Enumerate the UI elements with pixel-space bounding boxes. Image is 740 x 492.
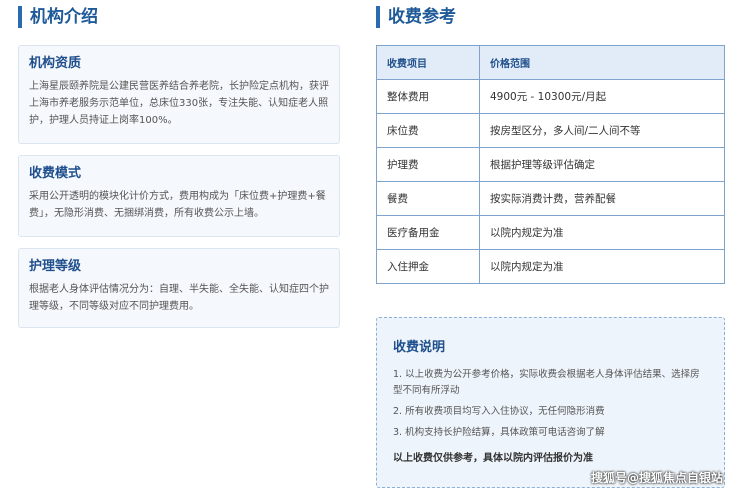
table-header-row: 收费项目 价格范围 [376, 45, 725, 80]
section-title-fees: 收费参考 [376, 6, 456, 28]
card-care-level: 护理等级 根据老人身体评估情况分为：自理、半失能、全失能、认知症四个护理等级，不… [18, 248, 340, 328]
table-cell-price: 以院内规定为准 [479, 249, 725, 284]
table-header-price: 价格范围 [479, 45, 725, 80]
table-cell-item: 医疗备用金 [376, 215, 480, 250]
fee-table: 收费项目 价格范围 整体费用 4900元 - 10300元/月起 床位费 按房型… [376, 45, 725, 284]
section-title-intro: 机构介绍 [18, 6, 98, 28]
notes-emphasis: 以上收费仅供参考，具体以院内评估报价为准 [393, 453, 593, 464]
table-cell-price: 4900元 - 10300元/月起 [479, 79, 725, 114]
table-header-item: 收费项目 [376, 45, 480, 80]
watermark-text: 搜狐号@搜狐焦点自银站 [590, 471, 723, 485]
card-heading: 机构资质 [29, 56, 82, 71]
card-heading: 收费模式 [29, 166, 82, 181]
notes-heading: 收费说明 [393, 340, 446, 355]
fee-notes-box: 收费说明 1. 以上收费为公开参考价格，实际收费会根据老人身体评估结果、选择房型… [376, 317, 725, 488]
table-cell-item: 床位费 [376, 113, 480, 148]
table-cell-price: 以院内规定为准 [479, 215, 725, 250]
table-row: 护理费 根据护理等级评估确定 [376, 147, 725, 182]
table-cell-item: 入住押金 [376, 249, 480, 284]
note-item: 2. 所有收费项目均写入入住协议，无任何隐形消费 [393, 406, 605, 417]
table-row: 整体费用 4900元 - 10300元/月起 [376, 79, 725, 114]
table-cell-price: 按房型区分，多人间/二人间不等 [479, 113, 725, 148]
table-row: 餐费 按实际消费计费，营养配餐 [376, 181, 725, 216]
table-row: 医疗备用金 以院内规定为准 [376, 215, 725, 250]
card-fee-model: 收费模式 采用公开透明的模块化计价方式，费用构成为「床位费+护理费+餐费」，无隐… [18, 155, 340, 237]
table-row: 入住押金 以院内规定为准 [376, 249, 725, 284]
card-heading: 护理等级 [29, 259, 82, 274]
card-qualification: 机构资质 上海星辰颐养院是公建民营医养结合养老院，长护险定点机构，获评上海市养老… [18, 45, 340, 144]
table-row: 床位费 按房型区分，多人间/二人间不等 [376, 113, 725, 148]
table-cell-item: 整体费用 [376, 79, 480, 114]
table-cell-price: 按实际消费计费，营养配餐 [479, 181, 725, 216]
table-cell-item: 护理费 [376, 147, 480, 182]
note-item: 3. 机构支持长护险结算，具体政策可电话咨询了解 [393, 427, 605, 438]
card-text: 采用公开透明的模块化计价方式，费用构成为「床位费+护理费+餐费」，无隐形消费、无… [29, 191, 326, 219]
card-text: 根据老人身体评估情况分为：自理、半失能、全失能、认知症四个护理等级，不同等级对应… [29, 284, 329, 312]
table-cell-price: 根据护理等级评估确定 [479, 147, 725, 182]
card-text: 上海星辰颐养院是公建民营医养结合养老院，长护险定点机构，获评上海市养老服务示范单… [29, 81, 329, 126]
table-cell-item: 餐费 [376, 181, 480, 216]
note-item: 1. 以上收费为公开参考价格，实际收费会根据老人身体评估结果、选择房型不同有所浮… [393, 369, 700, 396]
